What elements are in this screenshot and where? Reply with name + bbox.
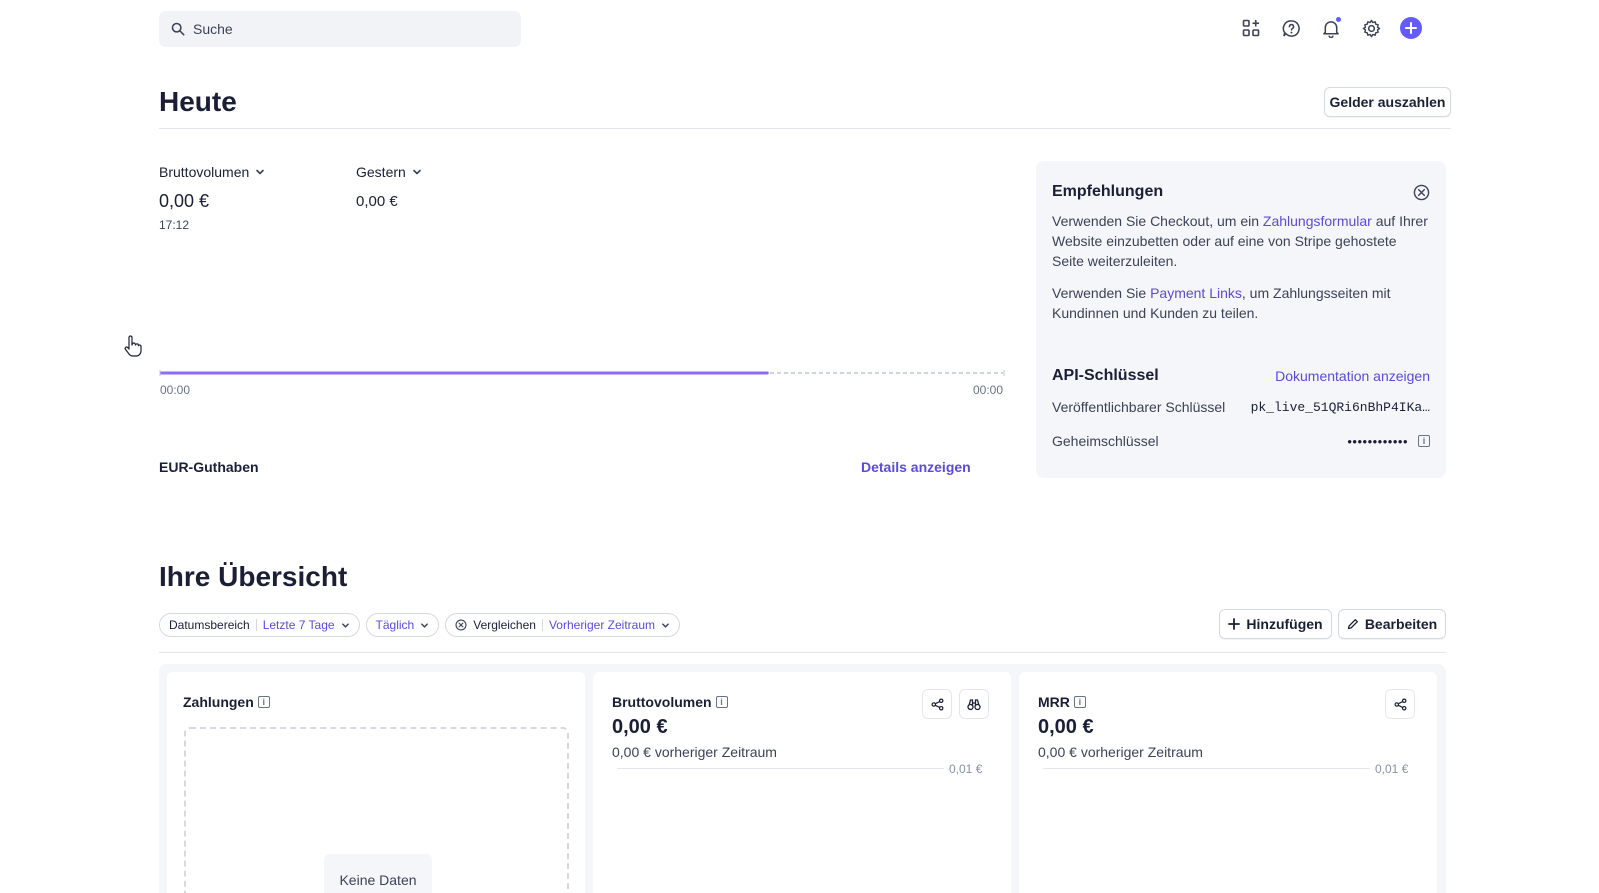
overview-title: Ihre Übersicht	[159, 561, 348, 592]
mrr-chart-gridline	[1043, 768, 1370, 769]
gross-volume-card-previous: 0,00 € vorheriger Zeitraum	[612, 744, 777, 760]
axis-end-label: 00:00	[973, 383, 1004, 397]
documentation-link[interactable]: Dokumentation anzeigen	[1275, 368, 1430, 384]
recommendation-checkout: Verwenden Sie Checkout, um ein Zahlungsf…	[1052, 213, 1428, 269]
api-keys-title: API-Schlüssel	[1052, 367, 1159, 384]
info-icon[interactable]: i	[1418, 435, 1430, 447]
gross-volume-time: 17:12	[159, 218, 190, 232]
chevron-down-icon	[413, 169, 421, 175]
pencil-icon	[1347, 619, 1358, 630]
page-title-today: Heute	[159, 86, 237, 117]
secret-key-value[interactable]: ••••••••••••	[1347, 434, 1408, 449]
date-range-value: Letzte 7 Tage	[262, 618, 335, 632]
compare-period-label: Gestern	[356, 164, 406, 180]
divider	[159, 652, 1446, 653]
add-widget-label: Hinzufügen	[1246, 616, 1323, 632]
today-chart	[159, 370, 1005, 376]
search-input[interactable]: Suche	[193, 21, 233, 37]
payment-links-link[interactable]: Payment Links	[1150, 285, 1242, 301]
bell-icon[interactable]	[1320, 16, 1342, 39]
balance-label: EUR-Guthaben	[159, 459, 259, 475]
interval-value: Täglich	[375, 618, 415, 632]
divider	[159, 128, 1451, 129]
mrr-axis-label: 0,01 €	[1375, 762, 1409, 776]
chevron-down-icon	[662, 622, 669, 628]
axis-start-label: 00:00	[160, 383, 191, 397]
help-icon[interactable]	[1280, 17, 1302, 39]
payments-title: Zahlungen	[183, 694, 254, 710]
chevron-down-icon	[256, 169, 265, 175]
compare-value: Vorheriger Zeitraum	[548, 618, 655, 632]
share-button[interactable]	[922, 689, 952, 719]
explore-button[interactable]	[959, 689, 989, 719]
info-icon[interactable]: i	[257, 696, 270, 708]
info-icon[interactable]: i	[1073, 696, 1086, 708]
share-icon	[931, 698, 943, 710]
no-data-label: Keine Daten	[324, 854, 432, 893]
filter-separator	[541, 619, 543, 631]
publishable-key-value[interactable]: pk_live_51QRi6nBhP4IKa…	[1251, 400, 1430, 415]
mrr-title: MRR	[1038, 694, 1070, 710]
create-button[interactable]	[1400, 17, 1422, 39]
payments-title-row: Zahlungen i	[183, 694, 270, 710]
binoculars-icon	[967, 698, 981, 710]
gross-volume-value: 0,00 €	[159, 191, 210, 211]
search-icon	[171, 22, 185, 36]
payment-form-link[interactable]: Zahlungsformular	[1263, 213, 1372, 229]
publishable-key-label: Veröffentlichbarer Schlüssel	[1052, 399, 1226, 415]
payout-button[interactable]: Gelder auszahlen	[1324, 87, 1451, 117]
filter-separator	[255, 619, 257, 631]
add-widget-button[interactable]: Hinzufügen	[1219, 609, 1332, 639]
gross-volume-card-value: 0,00 €	[612, 716, 668, 738]
gross-volume-chart-gridline	[617, 768, 944, 769]
mrr-title-row: MRR i	[1038, 694, 1086, 710]
clear-icon[interactable]	[455, 619, 467, 631]
date-range-filter[interactable]: Datumsbereich Letzte 7 Tage	[159, 613, 360, 637]
apps-icon[interactable]	[1240, 17, 1262, 39]
payments-widget[interactable]: Zahlungen i Keine Daten	[167, 672, 585, 893]
edit-label: Bearbeiten	[1364, 616, 1438, 632]
gross-volume-label: Bruttovolumen	[159, 164, 250, 180]
share-icon	[1394, 698, 1406, 710]
mrr-previous: 0,00 € vorheriger Zeitraum	[1038, 744, 1203, 760]
plus-icon	[1228, 618, 1241, 630]
edit-button[interactable]: Bearbeiten	[1338, 609, 1446, 639]
date-range-label: Datumsbereich	[169, 618, 250, 632]
plus-icon	[1400, 17, 1422, 39]
share-button[interactable]	[1385, 689, 1415, 719]
mrr-widget[interactable]: MRR i 0,00 € 0,00 € vorheriger Zeitraum …	[1019, 672, 1437, 893]
compare-period-selector[interactable]: Gestern	[356, 164, 422, 180]
top-toolbar	[1240, 16, 1422, 39]
chevron-down-icon	[421, 622, 429, 628]
details-link[interactable]: Details anzeigen	[861, 459, 971, 475]
compare-label: Vergleichen	[473, 618, 536, 632]
notification-dot	[1335, 16, 1342, 23]
compare-period-value: 0,00 €	[356, 193, 398, 210]
chevron-down-icon	[341, 622, 349, 628]
gross-volume-title-row: Bruttovolumen i	[612, 694, 728, 710]
gross-volume-selector[interactable]: Bruttovolumen	[159, 164, 265, 180]
recommendations-title: Empfehlungen	[1052, 183, 1164, 200]
interval-filter[interactable]: Täglich	[365, 613, 440, 637]
mrr-value: 0,00 €	[1038, 716, 1094, 738]
overview-widgets: Zahlungen i Keine Daten Bruttovolumen i …	[159, 664, 1446, 893]
secret-key-label: Geheimschlüssel	[1052, 433, 1159, 449]
recommendation-payment-links: Verwenden Sie Payment Links, um Zahlungs…	[1052, 285, 1391, 321]
search-bar[interactable]: Suche	[159, 11, 521, 47]
info-icon[interactable]: i	[715, 696, 728, 708]
close-icon[interactable]	[1413, 184, 1430, 201]
recommendations-panel: Empfehlungen Verwenden Sie Checkout, um …	[1036, 161, 1446, 478]
hand-cursor-icon	[124, 335, 142, 357]
gross-volume-axis-label: 0,01 €	[949, 762, 983, 776]
compare-filter[interactable]: Vergleichen Vorheriger Zeitraum	[445, 613, 680, 637]
overview-filters: Datumsbereich Letzte 7 Tage Täglich Verg…	[159, 613, 680, 637]
gear-icon[interactable]	[1360, 17, 1382, 39]
gross-volume-widget[interactable]: Bruttovolumen i 0,00 € 0,00 € vorheriger…	[593, 672, 1011, 893]
gross-volume-card-title: Bruttovolumen	[612, 694, 712, 710]
